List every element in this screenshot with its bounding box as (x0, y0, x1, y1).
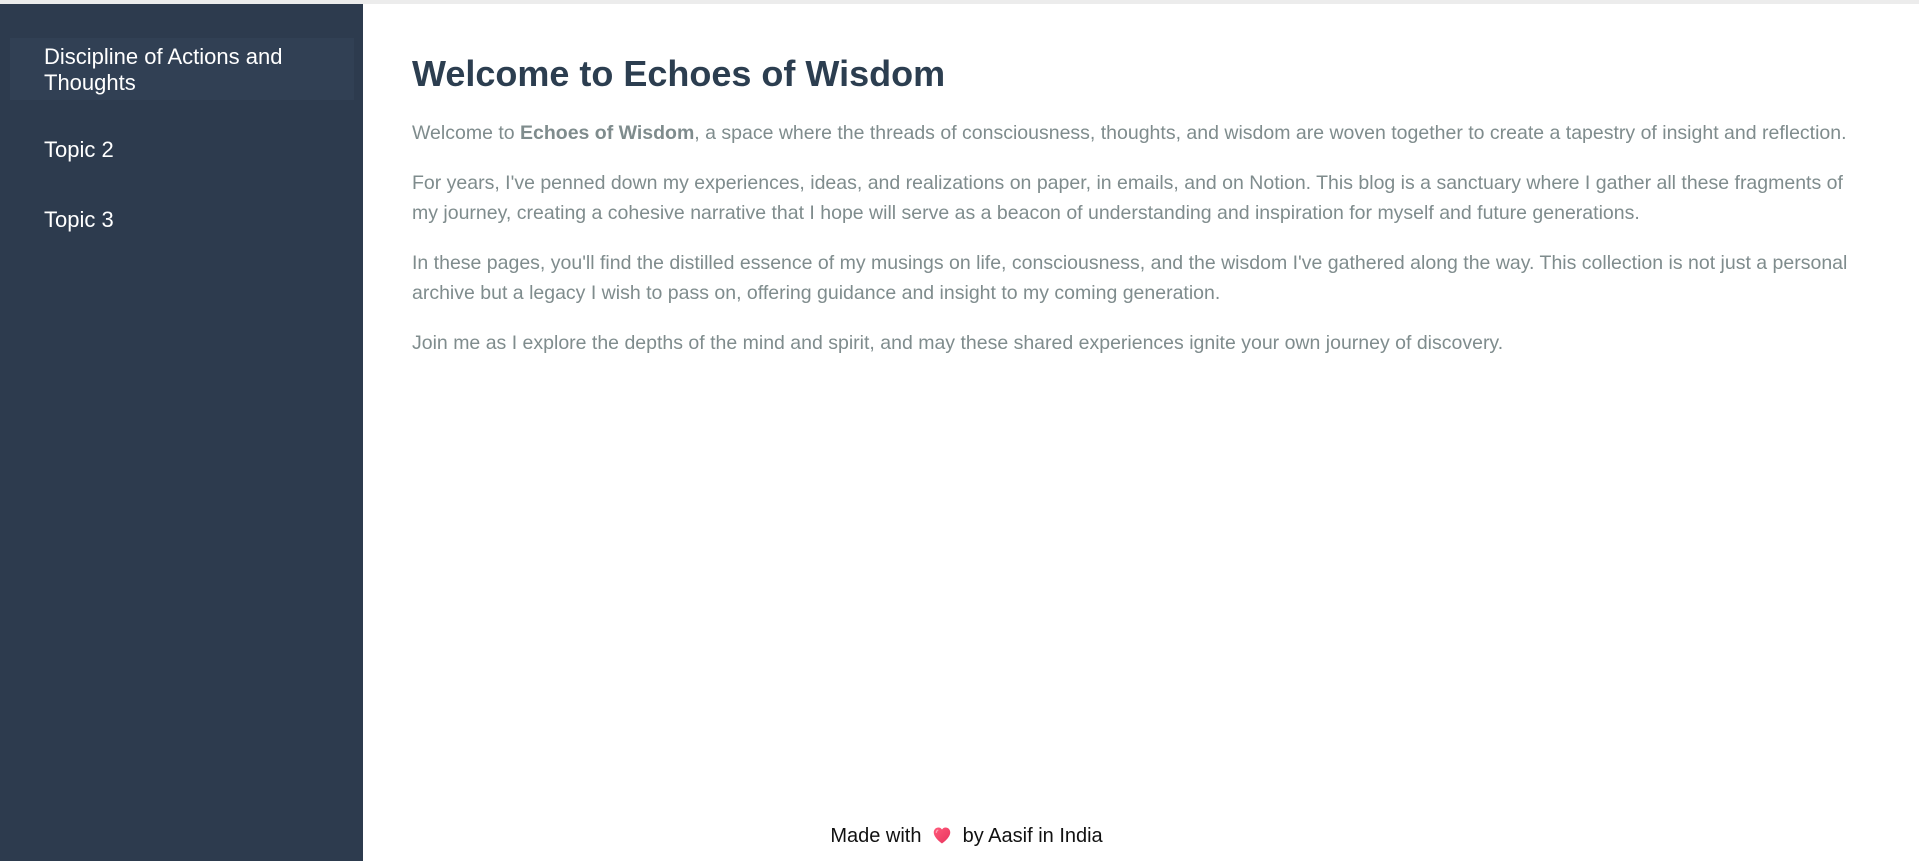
paragraph-3: Join me as I explore the depths of the m… (412, 332, 1504, 354)
heart-icon (931, 824, 953, 846)
footer-suffix: by Aasif in India (962, 825, 1103, 847)
paragraph-1: For years, I've penned down my experienc… (412, 172, 1843, 224)
sidebar-item-discipline-of-actions-and-thoughts[interactable]: Discipline of Actions and Thoughts (10, 38, 354, 100)
sidebar-item-topic-2[interactable]: Topic 2 (44, 137, 114, 163)
app: Discipline of Actions and Thoughts Topic… (0, 0, 1919, 861)
intro-paragraph: Welcome to Echoes of Wisdom, a space whe… (412, 118, 1867, 148)
intro-suffix: , a space where the threads of conscious… (694, 122, 1847, 144)
page-title: Welcome to Echoes of Wisdom (412, 53, 946, 94)
sidebar-item-topic-3[interactable]: Topic 3 (44, 207, 114, 233)
article-body: Welcome to Echoes of Wisdom, a space whe… (412, 118, 1867, 378)
intro-prefix: Welcome to (412, 122, 521, 144)
sidebar: Discipline of Actions and Thoughts Topic… (0, 4, 363, 861)
paragraph-2: In these pages, you'll find the distille… (412, 252, 1848, 304)
footer-prefix: Made with (830, 825, 922, 847)
footer: Made with by Aasif in India (363, 822, 1570, 850)
brand-name: Echoes of Wisdom (520, 122, 695, 144)
